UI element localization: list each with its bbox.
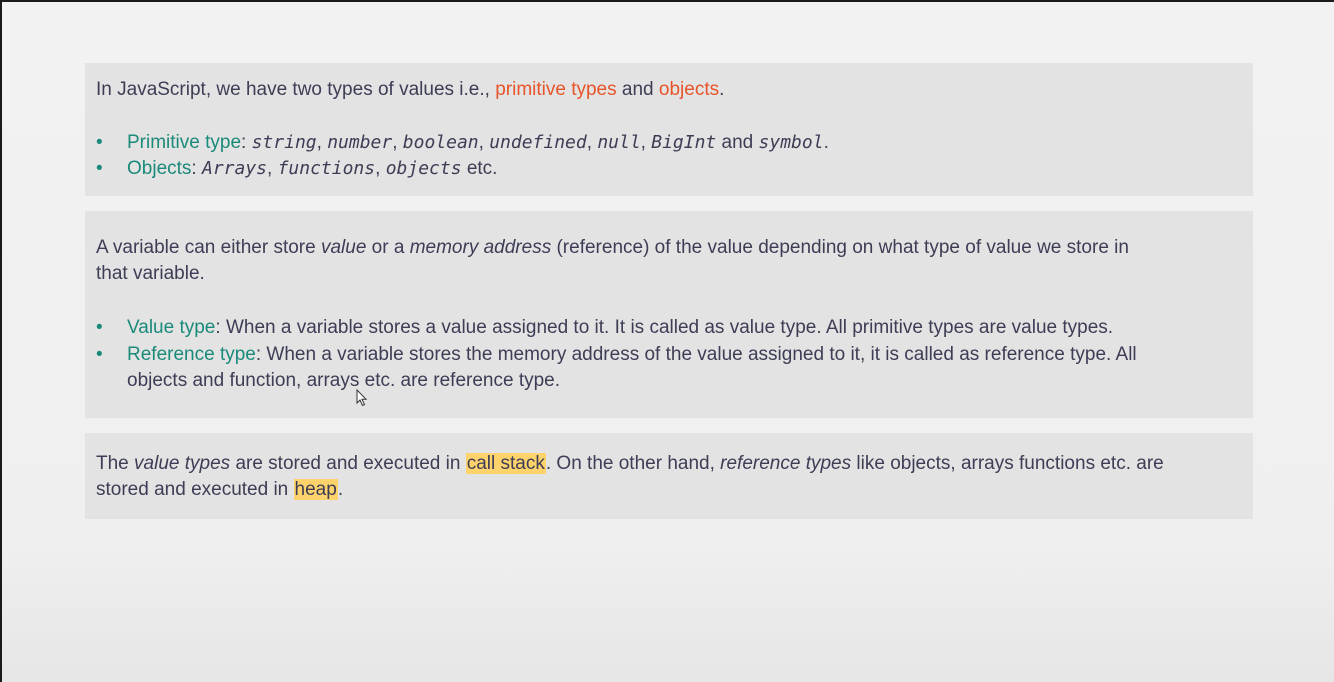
memory-address-emphasis: memory address: [409, 237, 552, 258]
primitive-type-label: Primitive type: [127, 132, 242, 153]
objects-bullet: Objects: Arrays, functions, objects etc.: [127, 158, 498, 179]
heap-highlight: heap: [293, 479, 338, 500]
objects-label: Objects: [127, 158, 192, 179]
reference-type-label: Reference type: [127, 344, 256, 365]
value-reference-panel: A variable can either store value or a m…: [85, 211, 1253, 418]
text: . On the other hand,: [545, 453, 715, 474]
object-arrays: Arrays: [201, 158, 268, 179]
type-boolean: boolean: [402, 132, 479, 153]
value-types-intro-panel: In JavaScript, we have two types of valu…: [85, 63, 1253, 196]
bullet-marker: •: [96, 344, 103, 365]
reference-type-continuation: objects and function, arrays etc. are re…: [127, 370, 561, 391]
text: stored and executed in: [96, 479, 289, 500]
intro-and: and: [621, 79, 654, 100]
value-type-label: Value type: [127, 317, 216, 338]
bullet-marker: •: [96, 317, 103, 338]
primitive-type-bullet: Primitive type: string, number, boolean,…: [127, 132, 829, 153]
intro-period: .: [719, 79, 725, 100]
text: A variable can either store: [96, 237, 316, 258]
text: are stored and executed in: [235, 453, 461, 474]
text: or a: [371, 237, 405, 258]
variable-line-2: that variable.: [96, 263, 205, 284]
storage-line-1: The value types are stored and executed …: [96, 451, 1233, 477]
bullet-marker: •: [96, 158, 103, 179]
period: .: [337, 479, 344, 500]
intro-text: In JavaScript, we have two types of valu…: [96, 79, 490, 100]
type-null: null: [597, 132, 641, 153]
text: like objects, arrays functions etc. are: [856, 453, 1164, 474]
primitive-types-term: primitive types: [495, 79, 617, 100]
colon: :: [241, 132, 247, 153]
period: .: [823, 132, 829, 153]
screen-left-border: [0, 0, 2, 682]
bullet-marker: •: [96, 132, 103, 153]
colon: :: [191, 158, 197, 179]
value-types-emphasis: value types: [134, 453, 231, 474]
call-stack-highlight: call stack: [465, 453, 546, 474]
object-functions: functions: [277, 158, 376, 179]
text: The: [96, 453, 129, 474]
value-type-bullet: Value type: When a variable stores a val…: [127, 315, 1223, 341]
value-type-description: : When a variable stores a value assigne…: [215, 317, 1114, 338]
text: (reference) of the value depending on wh…: [556, 237, 1129, 258]
type-undefined: undefined: [489, 132, 587, 153]
screen-top-border: [0, 0, 1334, 2]
reference-types-emphasis: reference types: [720, 453, 852, 474]
storage-line-2: stored and executed in heap.: [96, 477, 1233, 503]
type-symbol: symbol: [758, 132, 824, 153]
mouse-cursor-icon: [356, 389, 368, 407]
type-number: number: [327, 132, 393, 153]
type-string: string: [251, 132, 317, 153]
type-bigint: BigInt: [651, 132, 717, 153]
memory-storage-panel: The value types are stored and executed …: [85, 433, 1253, 519]
intro-line: In JavaScript, we have two types of valu…: [96, 77, 1233, 103]
value-emphasis: value: [320, 237, 367, 258]
reference-type-bullet: Reference type: When a variable stores t…: [127, 342, 1223, 368]
objects-term: objects: [658, 79, 720, 100]
etc-text: etc.: [466, 158, 498, 179]
reference-type-description: : When a variable stores the memory addr…: [255, 344, 1137, 365]
object-objects: objects: [385, 158, 462, 179]
variable-line-1: A variable can either store value or a m…: [96, 235, 1233, 261]
and-text: and: [721, 132, 754, 153]
